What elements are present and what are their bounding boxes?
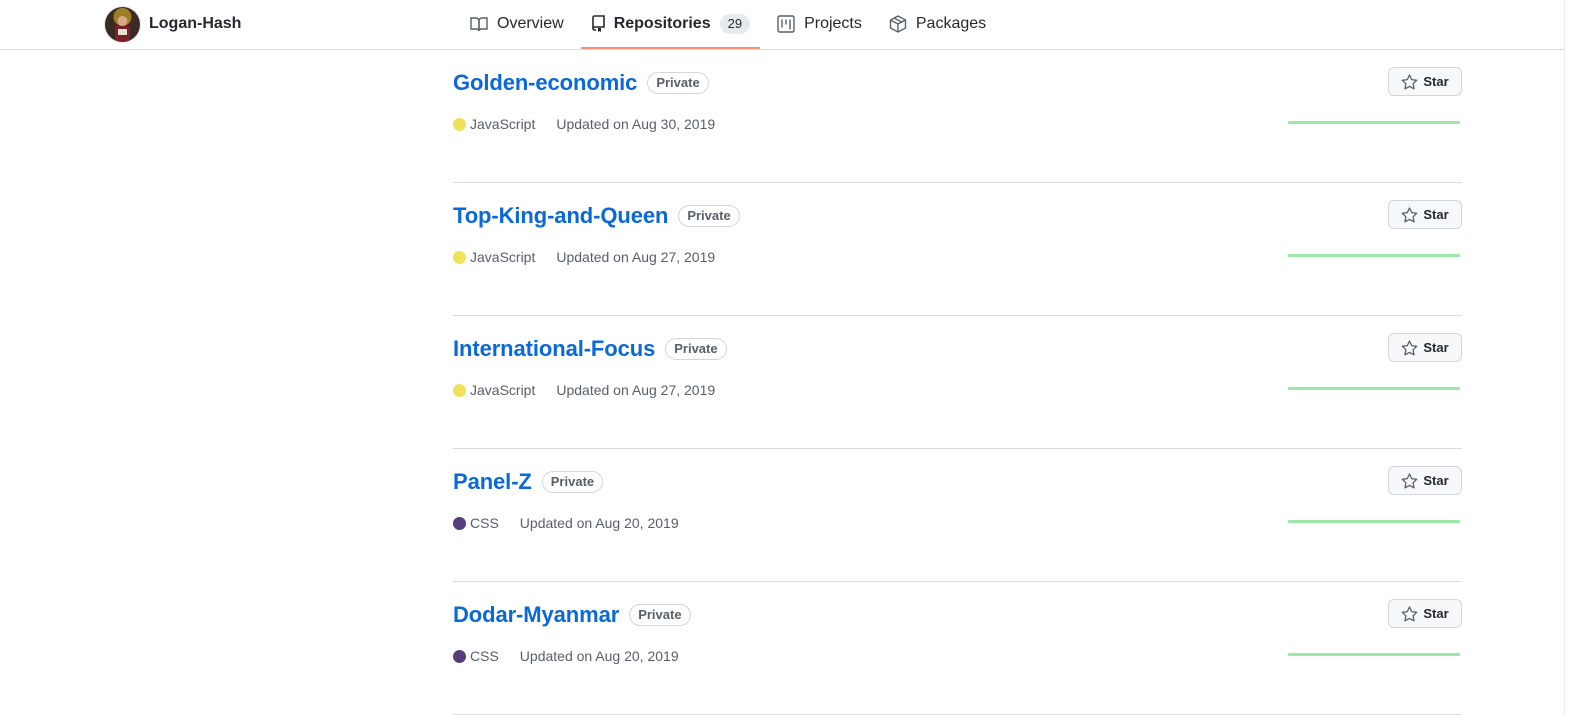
- package-icon: [889, 14, 907, 33]
- activity-sparkline: [1288, 121, 1460, 124]
- star-label: Star: [1423, 473, 1449, 488]
- visibility-badge: Private: [647, 72, 709, 94]
- activity-sparkline: [1288, 653, 1460, 656]
- star-button[interactable]: Star: [1388, 466, 1462, 495]
- tab-packages-label: Packages: [915, 14, 987, 32]
- language-color-dot: [453, 649, 466, 663]
- language-label: JavaScript: [470, 382, 536, 398]
- book-icon: [470, 16, 488, 32]
- visibility-badge: Private: [678, 205, 740, 227]
- repository-list: Golden-economic Private JavaScript Updat…: [453, 50, 1462, 715]
- list-item: Dodar-Myanmar Private CSS Updated on Aug…: [453, 582, 1462, 715]
- repo-icon: [591, 15, 605, 32]
- star-label: Star: [1423, 606, 1449, 621]
- activity-sparkline: [1288, 387, 1460, 390]
- tab-projects-label: Projects: [804, 14, 862, 32]
- profile-tabs: Overview Repositories 29 Projects Packag…: [460, 0, 1003, 49]
- star-label: Star: [1423, 74, 1449, 89]
- avatar[interactable]: [105, 6, 140, 42]
- star-button[interactable]: Star: [1388, 333, 1462, 362]
- activity-sparkline: [1288, 520, 1460, 523]
- list-item: Panel-Z Private CSS Updated on Aug 20, 2…: [453, 449, 1462, 582]
- repositories-count: 29: [719, 13, 751, 34]
- tab-repositories-label: Repositories: [613, 14, 711, 32]
- list-item: Golden-economic Private JavaScript Updat…: [453, 50, 1462, 183]
- star-label: Star: [1423, 340, 1449, 355]
- list-item: Top-King-and-Queen Private JavaScript Up…: [453, 183, 1462, 316]
- list-item: International-Focus Private JavaScript U…: [453, 316, 1462, 449]
- language-color-dot: [453, 250, 466, 264]
- updated-time: Updated on Aug 20, 2019: [519, 515, 679, 531]
- scrollbar[interactable]: [1564, 0, 1581, 716]
- tab-overview-label: Overview: [497, 14, 564, 32]
- star-icon: [1401, 206, 1418, 223]
- updated-time: Updated on Aug 30, 2019: [556, 116, 716, 132]
- star-icon: [1401, 73, 1418, 90]
- repo-name-link[interactable]: Top-King-and-Queen: [453, 203, 668, 229]
- profile-header: Logan-Hash Overview Repositories 29 Proj…: [0, 0, 1565, 50]
- star-label: Star: [1423, 207, 1449, 222]
- star-icon: [1401, 339, 1418, 356]
- repo-name-link[interactable]: Panel-Z: [453, 469, 532, 495]
- repo-meta: JavaScript Updated on Aug 27, 2019: [453, 382, 715, 398]
- repo-name-link[interactable]: International-Focus: [453, 336, 655, 362]
- star-icon: [1401, 472, 1418, 489]
- updated-time: Updated on Aug 27, 2019: [556, 382, 716, 398]
- repo-meta: CSS Updated on Aug 20, 2019: [453, 515, 679, 531]
- visibility-badge: Private: [629, 604, 691, 626]
- language-color-dot: [453, 117, 466, 131]
- activity-sparkline: [1288, 254, 1460, 257]
- language-color-dot: [453, 516, 466, 530]
- language-label: JavaScript: [470, 116, 536, 132]
- user-profile-link[interactable]: Logan-Hash: [105, 6, 241, 42]
- tab-overview[interactable]: Overview: [460, 0, 574, 49]
- star-button[interactable]: Star: [1388, 67, 1462, 96]
- repo-name-link[interactable]: Dodar-Myanmar: [453, 602, 619, 628]
- updated-time: Updated on Aug 27, 2019: [556, 249, 716, 265]
- language-label: CSS: [470, 648, 499, 664]
- repo-meta: JavaScript Updated on Aug 30, 2019: [453, 116, 715, 132]
- star-button[interactable]: Star: [1388, 599, 1462, 628]
- repo-meta: JavaScript Updated on Aug 27, 2019: [453, 249, 715, 265]
- project-icon: [777, 14, 795, 33]
- language-label: JavaScript: [470, 249, 536, 265]
- tab-packages[interactable]: Packages: [879, 0, 996, 49]
- visibility-badge: Private: [665, 338, 727, 360]
- tab-projects[interactable]: Projects: [767, 0, 872, 49]
- star-button[interactable]: Star: [1388, 200, 1462, 229]
- username[interactable]: Logan-Hash: [149, 15, 241, 33]
- star-icon: [1401, 605, 1418, 622]
- repo-name-link[interactable]: Golden-economic: [453, 70, 637, 96]
- tab-repositories[interactable]: Repositories 29: [580, 0, 761, 49]
- language-color-dot: [453, 383, 466, 397]
- updated-time: Updated on Aug 20, 2019: [519, 648, 679, 664]
- visibility-badge: Private: [541, 471, 604, 493]
- repo-meta: CSS Updated on Aug 20, 2019: [453, 648, 679, 664]
- language-label: CSS: [470, 515, 499, 531]
